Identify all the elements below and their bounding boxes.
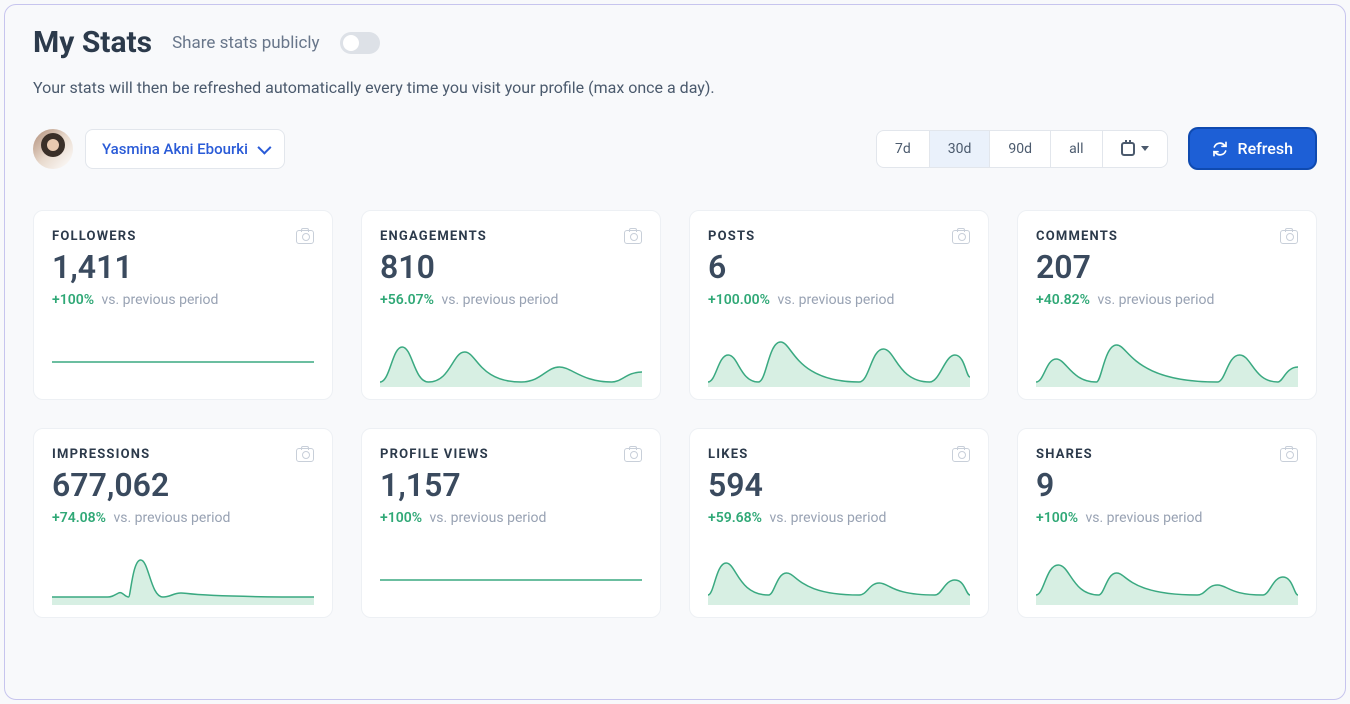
sparkline (52, 534, 314, 605)
card-vs-label: vs. previous period (113, 510, 230, 526)
sparkline (708, 534, 970, 605)
card-value: 9 (1036, 466, 1298, 504)
card-delta: +40.82% (1036, 292, 1090, 308)
card-vs-label: vs. previous period (441, 292, 558, 308)
card-vs-label: vs. previous period (777, 292, 894, 308)
card-value: 1,157 (380, 466, 642, 504)
card-delta: +100% (1036, 510, 1078, 526)
card-delta: +59.68% (708, 510, 762, 526)
sparkline (380, 316, 642, 387)
sparkline (52, 316, 314, 387)
stats-grid: FOLLOWERS 1,411 +100% vs. previous perio… (33, 210, 1317, 618)
camera-icon[interactable] (296, 230, 314, 244)
card-value: 677,062 (52, 466, 314, 504)
page-title: My Stats (33, 25, 152, 60)
user-name: Yasmina Akni Ebourki (102, 140, 248, 158)
user-select-dropdown[interactable]: Yasmina Akni Ebourki (85, 129, 285, 169)
share-toggle[interactable] (340, 32, 380, 54)
chevron-down-icon (1141, 146, 1149, 151)
refresh-icon (1212, 141, 1228, 157)
card-comments[interactable]: COMMENTS 207 +40.82% vs. previous period (1017, 210, 1317, 400)
camera-icon[interactable] (624, 230, 642, 244)
range-90d[interactable]: 90d (990, 131, 1051, 167)
camera-icon[interactable] (624, 448, 642, 462)
header-row: My Stats Share stats publicly (33, 25, 1317, 60)
range-30d[interactable]: 30d (930, 131, 991, 167)
card-delta: +56.07% (380, 292, 434, 308)
card-engagements[interactable]: ENGAGEMENTS 810 +56.07% vs. previous per… (361, 210, 661, 400)
range-7d[interactable]: 7d (877, 131, 930, 167)
stats-panel: My Stats Share stats publicly Your stats… (4, 4, 1346, 700)
sparkline (380, 534, 642, 605)
card-title: POSTS (708, 229, 755, 244)
chevron-down-icon (257, 140, 271, 154)
card-followers[interactable]: FOLLOWERS 1,411 +100% vs. previous perio… (33, 210, 333, 400)
user-avatar[interactable] (33, 129, 73, 169)
camera-icon[interactable] (1280, 230, 1298, 244)
card-delta: +100.00% (708, 292, 770, 308)
camera-icon[interactable] (296, 448, 314, 462)
card-title: ENGAGEMENTS (380, 229, 487, 244)
controls-row: Yasmina Akni Ebourki 7d30d90dall Refresh (33, 127, 1317, 170)
card-vs-label: vs. previous period (430, 510, 547, 526)
card-value: 6 (708, 248, 970, 286)
camera-icon[interactable] (952, 230, 970, 244)
range-calendar[interactable] (1103, 131, 1167, 167)
sparkline (1036, 534, 1298, 605)
card-likes[interactable]: LIKES 594 +59.68% vs. previous period (689, 428, 989, 618)
card-title: SHARES (1036, 447, 1093, 462)
card-delta: +100% (52, 292, 94, 308)
sparkline (1036, 316, 1298, 387)
card-title: FOLLOWERS (52, 229, 137, 244)
share-toggle-label: Share stats publicly (172, 33, 319, 53)
camera-icon[interactable] (952, 448, 970, 462)
card-delta: +100% (380, 510, 422, 526)
card-vs-label: vs. previous period (1097, 292, 1214, 308)
card-profile-views[interactable]: PROFILE VIEWS 1,157 +100% vs. previous p… (361, 428, 661, 618)
card-value: 594 (708, 466, 970, 504)
info-text: Your stats will then be refreshed automa… (33, 78, 1317, 97)
card-title: PROFILE VIEWS (380, 447, 489, 462)
card-shares[interactable]: SHARES 9 +100% vs. previous period (1017, 428, 1317, 618)
card-title: COMMENTS (1036, 229, 1118, 244)
refresh-label: Refresh (1238, 139, 1294, 158)
card-value: 207 (1036, 248, 1298, 286)
card-delta: +74.08% (52, 510, 106, 526)
card-vs-label: vs. previous period (102, 292, 219, 308)
sparkline (708, 316, 970, 387)
card-posts[interactable]: POSTS 6 +100.00% vs. previous period (689, 210, 989, 400)
card-title: LIKES (708, 447, 748, 462)
range-all[interactable]: all (1051, 131, 1102, 167)
date-range-segmented: 7d30d90dall (876, 130, 1167, 168)
card-vs-label: vs. previous period (769, 510, 886, 526)
card-vs-label: vs. previous period (1086, 510, 1203, 526)
card-value: 1,411 (52, 248, 314, 286)
refresh-button[interactable]: Refresh (1188, 127, 1318, 170)
card-value: 810 (380, 248, 642, 286)
card-impressions[interactable]: IMPRESSIONS 677,062 +74.08% vs. previous… (33, 428, 333, 618)
calendar-icon (1121, 142, 1135, 156)
card-title: IMPRESSIONS (52, 447, 150, 462)
camera-icon[interactable] (1280, 448, 1298, 462)
